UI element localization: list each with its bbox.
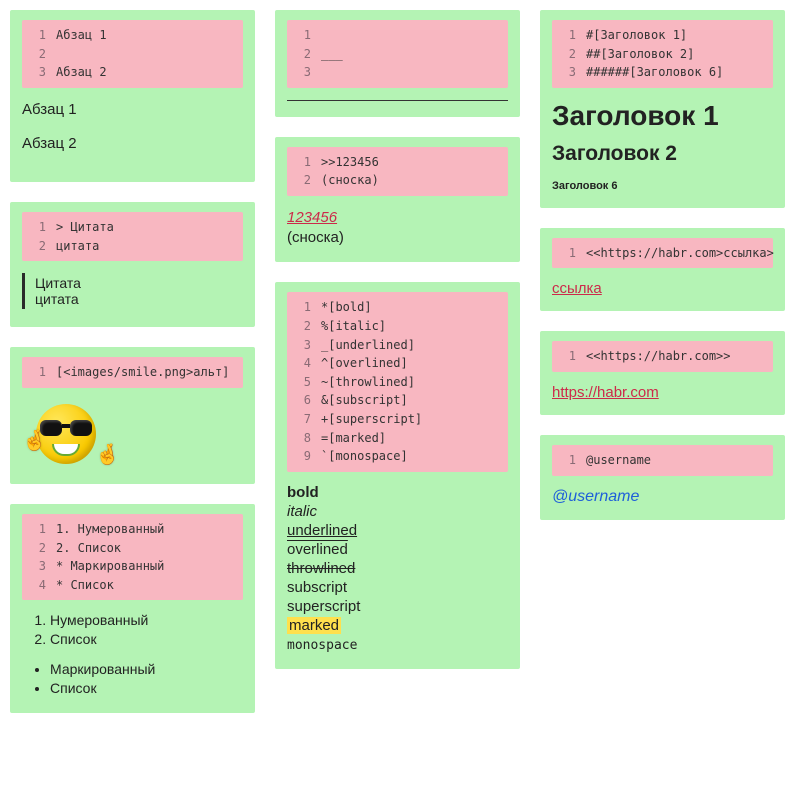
card-footnote: 1>>1234562(сноска) 123456 (сноска) bbox=[275, 137, 520, 263]
style-sample: subscript bbox=[287, 579, 347, 596]
list-item: Нумерованный bbox=[50, 612, 243, 628]
style-sample: italic bbox=[287, 503, 317, 520]
style-sample: overlined bbox=[287, 541, 348, 558]
unordered-list: Маркированный Список bbox=[22, 661, 243, 696]
style-sample: marked bbox=[287, 617, 341, 634]
card-paragraphs: 1Абзац 123Абзац 2 Абзац 1 Абзац 2 bbox=[10, 10, 255, 182]
code-paragraphs: 1Абзац 123Абзац 2 bbox=[22, 20, 243, 88]
footnote-link[interactable]: 123456 bbox=[287, 209, 337, 226]
footnote-text: (сноска) bbox=[287, 228, 508, 248]
code-styles: 1*[bold]2%[italic]3_[underlined]4^[overl… bbox=[287, 292, 508, 471]
card-styles: 1*[bold]2%[italic]3_[underlined]4^[overl… bbox=[275, 282, 520, 668]
style-sample: bold bbox=[287, 484, 319, 501]
card-mention: 1@username @username bbox=[540, 435, 785, 520]
heading-1: Заголовок 1 bbox=[552, 100, 773, 132]
paragraph-2: Абзац 2 bbox=[22, 134, 243, 154]
card-lists: 11. Нумерованный22. Список3* Маркированн… bbox=[10, 504, 255, 713]
card-headers: 1#[Заголовок 1]2##[Заголовок 2]3######[З… bbox=[540, 10, 785, 208]
horizontal-rule bbox=[287, 100, 508, 101]
link-bare[interactable]: https://habr.com bbox=[552, 384, 659, 401]
code-hr: 12___3 bbox=[287, 20, 508, 88]
smile-image: 🤞 🤞 bbox=[26, 400, 116, 470]
card-link-text: 1<<https://habr.com>ссылка> ссылка bbox=[540, 228, 785, 312]
code-mention: 1@username bbox=[552, 445, 773, 476]
style-sample: monospace bbox=[287, 638, 357, 653]
code-image: 1[<images/smile.png>альт] bbox=[22, 357, 243, 388]
link-with-text[interactable]: ссылка bbox=[552, 280, 602, 297]
mention[interactable]: @username bbox=[552, 488, 773, 506]
heading-2: Заголовок 2 bbox=[552, 142, 773, 166]
code-quote: 1> Цитата2цитата bbox=[22, 212, 243, 261]
list-item: Маркированный bbox=[50, 661, 243, 677]
card-quote: 1> Цитата2цитата Цитата цитата bbox=[10, 202, 255, 327]
list-item: Список bbox=[50, 631, 243, 647]
card-image: 1[<images/smile.png>альт] 🤞 🤞 bbox=[10, 347, 255, 484]
card-link-bare: 1<<https://habr.com>> https://habr.com bbox=[540, 331, 785, 415]
rendered-paragraphs: Абзац 1 Абзац 2 bbox=[22, 100, 243, 155]
rendered-styles: bold italic underlined overlined throwlined s… bbox=[287, 484, 508, 653]
code-footnote: 1>>1234562(сноска) bbox=[287, 147, 508, 196]
quote-line-1: Цитата bbox=[35, 275, 243, 291]
style-sample: superscript bbox=[287, 598, 360, 615]
ordered-list: Нумерованный Список bbox=[22, 612, 243, 647]
code-link-bare: 1<<https://habr.com>> bbox=[552, 341, 773, 372]
code-lists: 11. Нумерованный22. Список3* Маркированн… bbox=[22, 514, 243, 600]
style-sample: underlined bbox=[287, 522, 357, 539]
blockquote: Цитата цитата bbox=[22, 273, 243, 309]
code-headers: 1#[Заголовок 1]2##[Заголовок 2]3######[З… bbox=[552, 20, 773, 88]
quote-line-2: цитата bbox=[35, 291, 243, 307]
list-item: Список bbox=[50, 680, 243, 696]
card-hr: 12___3 bbox=[275, 10, 520, 117]
style-sample: throwlined bbox=[287, 560, 355, 577]
heading-6: Заголовок 6 bbox=[552, 180, 773, 192]
paragraph-1: Абзац 1 bbox=[22, 100, 243, 120]
code-link-text: 1<<https://habr.com>ссылка> bbox=[552, 238, 773, 269]
